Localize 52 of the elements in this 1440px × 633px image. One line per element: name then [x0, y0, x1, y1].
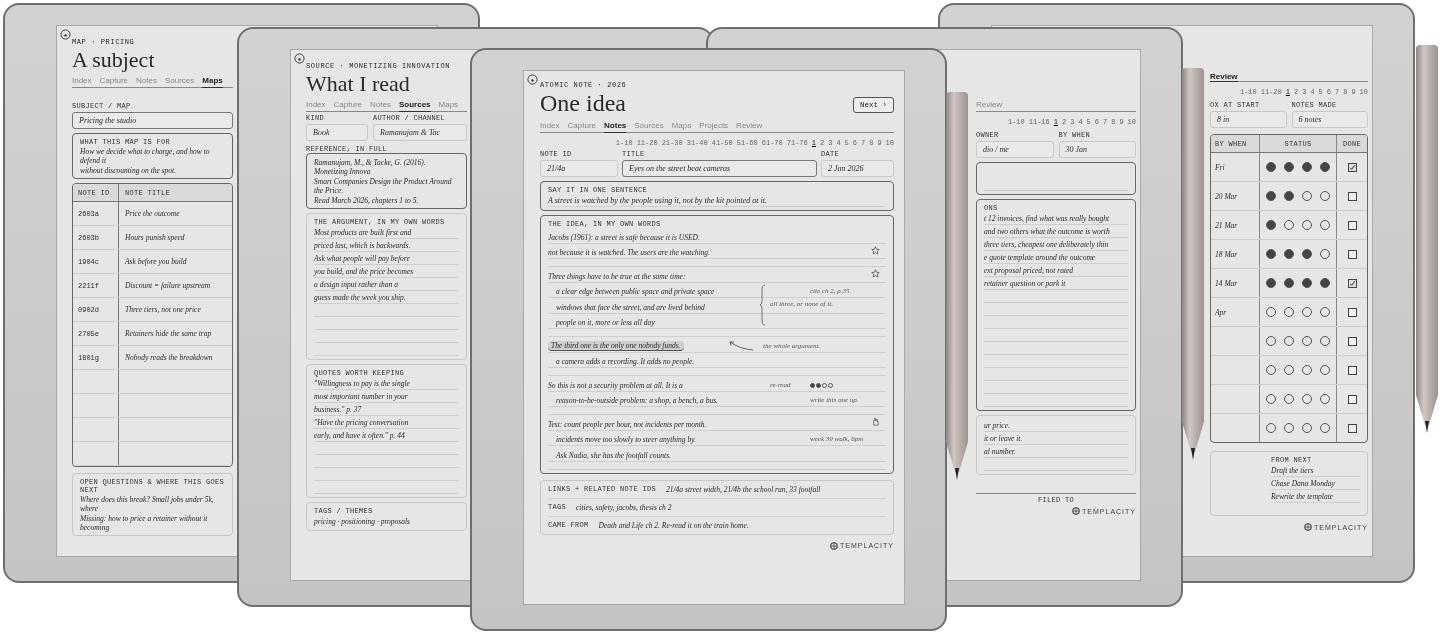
checkbox[interactable] — [1347, 307, 1357, 317]
circle-icon — [60, 29, 71, 40]
star-icon — [871, 245, 880, 255]
tab[interactable]: Capture — [333, 100, 363, 110]
handwritten-text: A street is watched by the people using it, not by the kit pointed at it. — [548, 195, 886, 208]
input-field[interactable]: 21/4a — [540, 160, 618, 178]
input-field[interactable]: Book — [306, 124, 368, 142]
tab[interactable]: Notes — [136, 76, 157, 86]
page-title: What I read — [306, 72, 411, 96]
tab[interactable]: Index — [306, 100, 326, 110]
checkbox[interactable] — [1347, 162, 1357, 172]
input-field[interactable]: Pricing the studio — [72, 112, 233, 130]
input-field[interactable]: dio / me — [976, 141, 1054, 158]
tab[interactable]: Review — [1210, 72, 1238, 82]
tab[interactable]: Notes — [370, 100, 391, 110]
checkbox[interactable] — [1347, 249, 1357, 259]
tab[interactable]: Projects — [699, 121, 729, 131]
tab[interactable]: Capture — [567, 121, 597, 131]
tab[interactable]: Maps — [438, 100, 459, 110]
checkbox[interactable] — [1347, 220, 1357, 230]
page-title: A subject — [72, 48, 156, 72]
input-field[interactable]: Eyes on the street beat cameras — [622, 160, 817, 178]
checkbox[interactable] — [1347, 278, 1357, 288]
hand-icon — [871, 417, 880, 427]
tab[interactable]: Capture — [99, 76, 129, 86]
input-field[interactable]: 6 notes — [1291, 111, 1368, 128]
circle-icon — [527, 74, 538, 85]
tab[interactable]: Maps — [202, 76, 223, 89]
tab[interactable]: Index — [540, 121, 560, 131]
tab[interactable]: Review — [736, 121, 763, 131]
checkbox[interactable] — [1347, 394, 1357, 404]
checkbox[interactable] — [1347, 423, 1357, 433]
tab[interactable]: Review — [976, 100, 1003, 109]
tab[interactable]: Notes — [604, 121, 627, 134]
checkbox[interactable] — [1347, 336, 1357, 346]
tab[interactable]: Maps — [671, 121, 692, 131]
page-title: One idea — [540, 91, 626, 117]
checkbox[interactable] — [1347, 191, 1357, 201]
input-field[interactable]: 2 Jan 2026 — [821, 160, 894, 178]
tab[interactable]: Sources — [634, 121, 664, 131]
logo-icon — [1304, 523, 1313, 531]
tab[interactable]: Index — [72, 76, 92, 86]
logo-icon — [1072, 507, 1081, 515]
input-field[interactable]: 8 in — [1210, 111, 1287, 128]
input-field[interactable]: Ramanujam & Tac — [373, 124, 467, 142]
tab[interactable]: Sources — [164, 76, 195, 86]
logo-icon — [830, 541, 839, 550]
checkbox[interactable] — [1347, 365, 1357, 375]
circle-icon — [294, 53, 305, 64]
tab[interactable]: Sources — [398, 100, 431, 113]
input-field[interactable]: 30 Jan — [1058, 141, 1136, 158]
star-icon — [871, 269, 880, 279]
